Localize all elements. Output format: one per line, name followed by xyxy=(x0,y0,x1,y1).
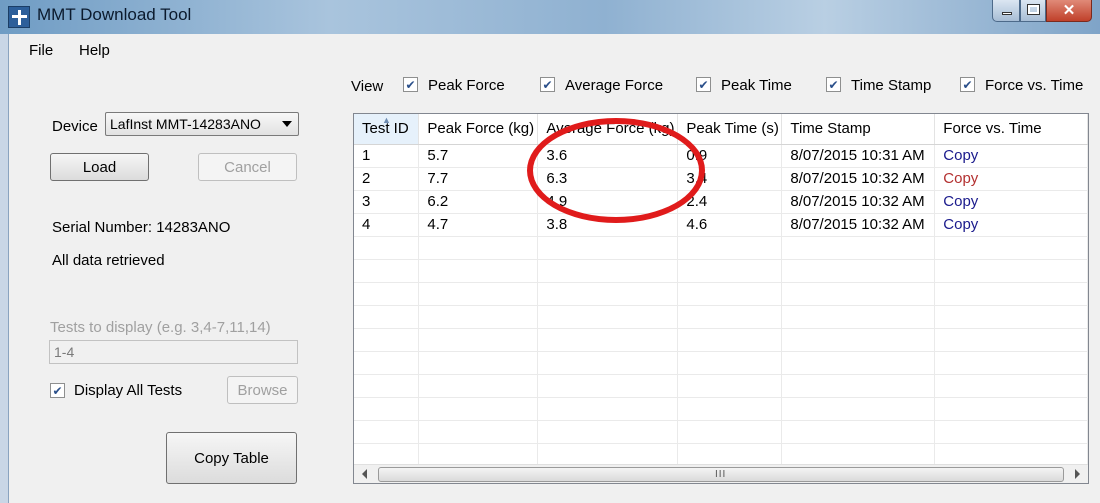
close-icon: ✕ xyxy=(1062,2,1076,19)
table-row[interactable]: 3 6.2 4.9 2.4 8/07/2015 10:32 AM Copy xyxy=(354,190,1088,214)
title-bar: MMT Download Tool ✕ xyxy=(0,0,1100,34)
horizontal-scrollbar[interactable]: III xyxy=(354,464,1088,483)
empty-row xyxy=(354,420,1088,444)
device-label: Device xyxy=(52,118,98,135)
serial-number: Serial Number: 14283ANO xyxy=(52,219,231,236)
cell-peak-time: 0.9 xyxy=(677,144,783,168)
view-average-force-label: Average Force xyxy=(565,77,664,94)
close-button[interactable]: ✕ xyxy=(1046,0,1092,22)
cell-average-force: 4.9 xyxy=(537,190,679,214)
cell-test-id: 4 xyxy=(354,213,420,237)
cell-test-id: 3 xyxy=(354,190,420,214)
cell-test-id: 1 xyxy=(354,144,420,168)
menu-file[interactable]: File xyxy=(29,42,53,59)
copy-table-button[interactable]: Copy Table xyxy=(166,432,297,484)
view-time-stamp-label: Time Stamp xyxy=(851,77,932,94)
window-controls: ✕ xyxy=(992,0,1092,22)
scroll-right-icon[interactable] xyxy=(1075,469,1080,479)
cell-time-stamp: 8/07/2015 10:32 AM xyxy=(781,167,936,191)
table-row[interactable]: 1 5.7 3.6 0.9 8/07/2015 10:31 AM Copy xyxy=(354,144,1088,168)
copy-link[interactable]: Copy xyxy=(934,190,1088,214)
cell-time-stamp: 8/07/2015 10:32 AM xyxy=(781,190,936,214)
results-table[interactable]: ▲ Test ID Peak Force (kg) Average Force … xyxy=(353,113,1089,484)
view-peak-force-checkbox[interactable]: ✔ xyxy=(403,77,418,92)
display-all-checkbox[interactable]: ✔ xyxy=(50,383,65,398)
view-average-force-checkbox[interactable]: ✔ xyxy=(540,77,555,92)
browse-button[interactable]: Browse xyxy=(227,376,298,404)
window-title: MMT Download Tool xyxy=(37,5,192,24)
empty-row xyxy=(354,259,1088,283)
column-header-force-vs-time[interactable]: Force vs. Time xyxy=(934,114,1088,145)
cell-average-force: 3.8 xyxy=(537,213,679,237)
main-window: File Help Device LafInst MMT-14283ANO Lo… xyxy=(8,34,1100,503)
cell-time-stamp: 8/07/2015 10:32 AM xyxy=(781,213,936,237)
cancel-button[interactable]: Cancel xyxy=(198,153,297,181)
cell-test-id: 2 xyxy=(354,167,420,191)
maximize-icon xyxy=(1027,4,1040,15)
device-select[interactable]: LafInst MMT-14283ANO xyxy=(105,112,299,136)
empty-row xyxy=(354,351,1088,375)
tests-to-display-label: Tests to display (e.g. 3,4-7,11,14) xyxy=(50,319,271,336)
app-icon xyxy=(8,6,30,28)
view-label: View xyxy=(351,78,384,95)
table-row[interactable]: 2 7.7 6.3 3.4 8/07/2015 10:32 AM Copy xyxy=(354,167,1088,191)
empty-row xyxy=(354,328,1088,352)
cell-peak-time: 3.4 xyxy=(677,167,783,191)
menu-bar: File Help xyxy=(9,34,1100,66)
empty-row xyxy=(354,374,1088,398)
empty-row xyxy=(354,236,1088,260)
view-force-vs-time-checkbox[interactable]: ✔ xyxy=(960,77,975,92)
minimize-button[interactable] xyxy=(992,0,1020,22)
column-header-time-stamp[interactable]: Time Stamp xyxy=(781,114,936,145)
device-select-value: LafInst MMT-14283ANO xyxy=(110,116,261,132)
empty-row xyxy=(354,443,1088,467)
column-header-peak-time[interactable]: Peak Time (s) xyxy=(677,114,783,145)
table-row[interactable]: 4 4.7 3.8 4.6 8/07/2015 10:32 AM Copy xyxy=(354,213,1088,237)
cell-peak-force: 6.2 xyxy=(418,190,539,214)
column-header-test-id[interactable]: ▲ Test ID xyxy=(354,114,420,145)
grip-icon: III xyxy=(715,469,727,480)
cell-peak-time: 2.4 xyxy=(677,190,783,214)
view-force-vs-time-label: Force vs. Time xyxy=(985,77,1084,94)
view-time-stamp-checkbox[interactable]: ✔ xyxy=(826,77,841,92)
menu-help[interactable]: Help xyxy=(79,42,110,59)
load-button[interactable]: Load xyxy=(50,153,149,181)
chevron-down-icon[interactable] xyxy=(282,121,292,127)
column-header-average-force[interactable]: Average Force (kg) xyxy=(537,114,679,145)
view-peak-force-label: Peak Force xyxy=(428,77,505,94)
cell-average-force: 3.6 xyxy=(537,144,679,168)
empty-row xyxy=(354,397,1088,421)
display-all-label: Display All Tests xyxy=(74,382,183,399)
cell-average-force: 6.3 xyxy=(537,167,679,191)
cell-time-stamp: 8/07/2015 10:31 AM xyxy=(781,144,936,168)
cell-peak-force: 7.7 xyxy=(418,167,539,191)
status-text: All data retrieved xyxy=(52,252,165,269)
empty-row xyxy=(354,282,1088,306)
table-header-row: ▲ Test ID Peak Force (kg) Average Force … xyxy=(354,114,1088,145)
column-header-peak-force[interactable]: Peak Force (kg) xyxy=(418,114,539,145)
cell-peak-force: 4.7 xyxy=(418,213,539,237)
view-peak-time-label: Peak Time xyxy=(721,77,792,94)
scrollbar-thumb[interactable]: III xyxy=(378,467,1064,482)
sort-ascending-icon: ▲ xyxy=(382,115,391,125)
tests-to-display-input[interactable]: 1-4 xyxy=(49,340,298,364)
cell-peak-force: 5.7 xyxy=(418,144,539,168)
cell-peak-time: 4.6 xyxy=(677,213,783,237)
maximize-button[interactable] xyxy=(1020,0,1046,22)
minimize-icon xyxy=(1002,12,1012,15)
copy-link[interactable]: Copy xyxy=(934,167,1088,191)
copy-link[interactable]: Copy xyxy=(934,144,1088,168)
scroll-left-icon[interactable] xyxy=(362,469,367,479)
view-peak-time-checkbox[interactable]: ✔ xyxy=(696,77,711,92)
empty-row xyxy=(354,305,1088,329)
copy-link[interactable]: Copy xyxy=(934,213,1088,237)
